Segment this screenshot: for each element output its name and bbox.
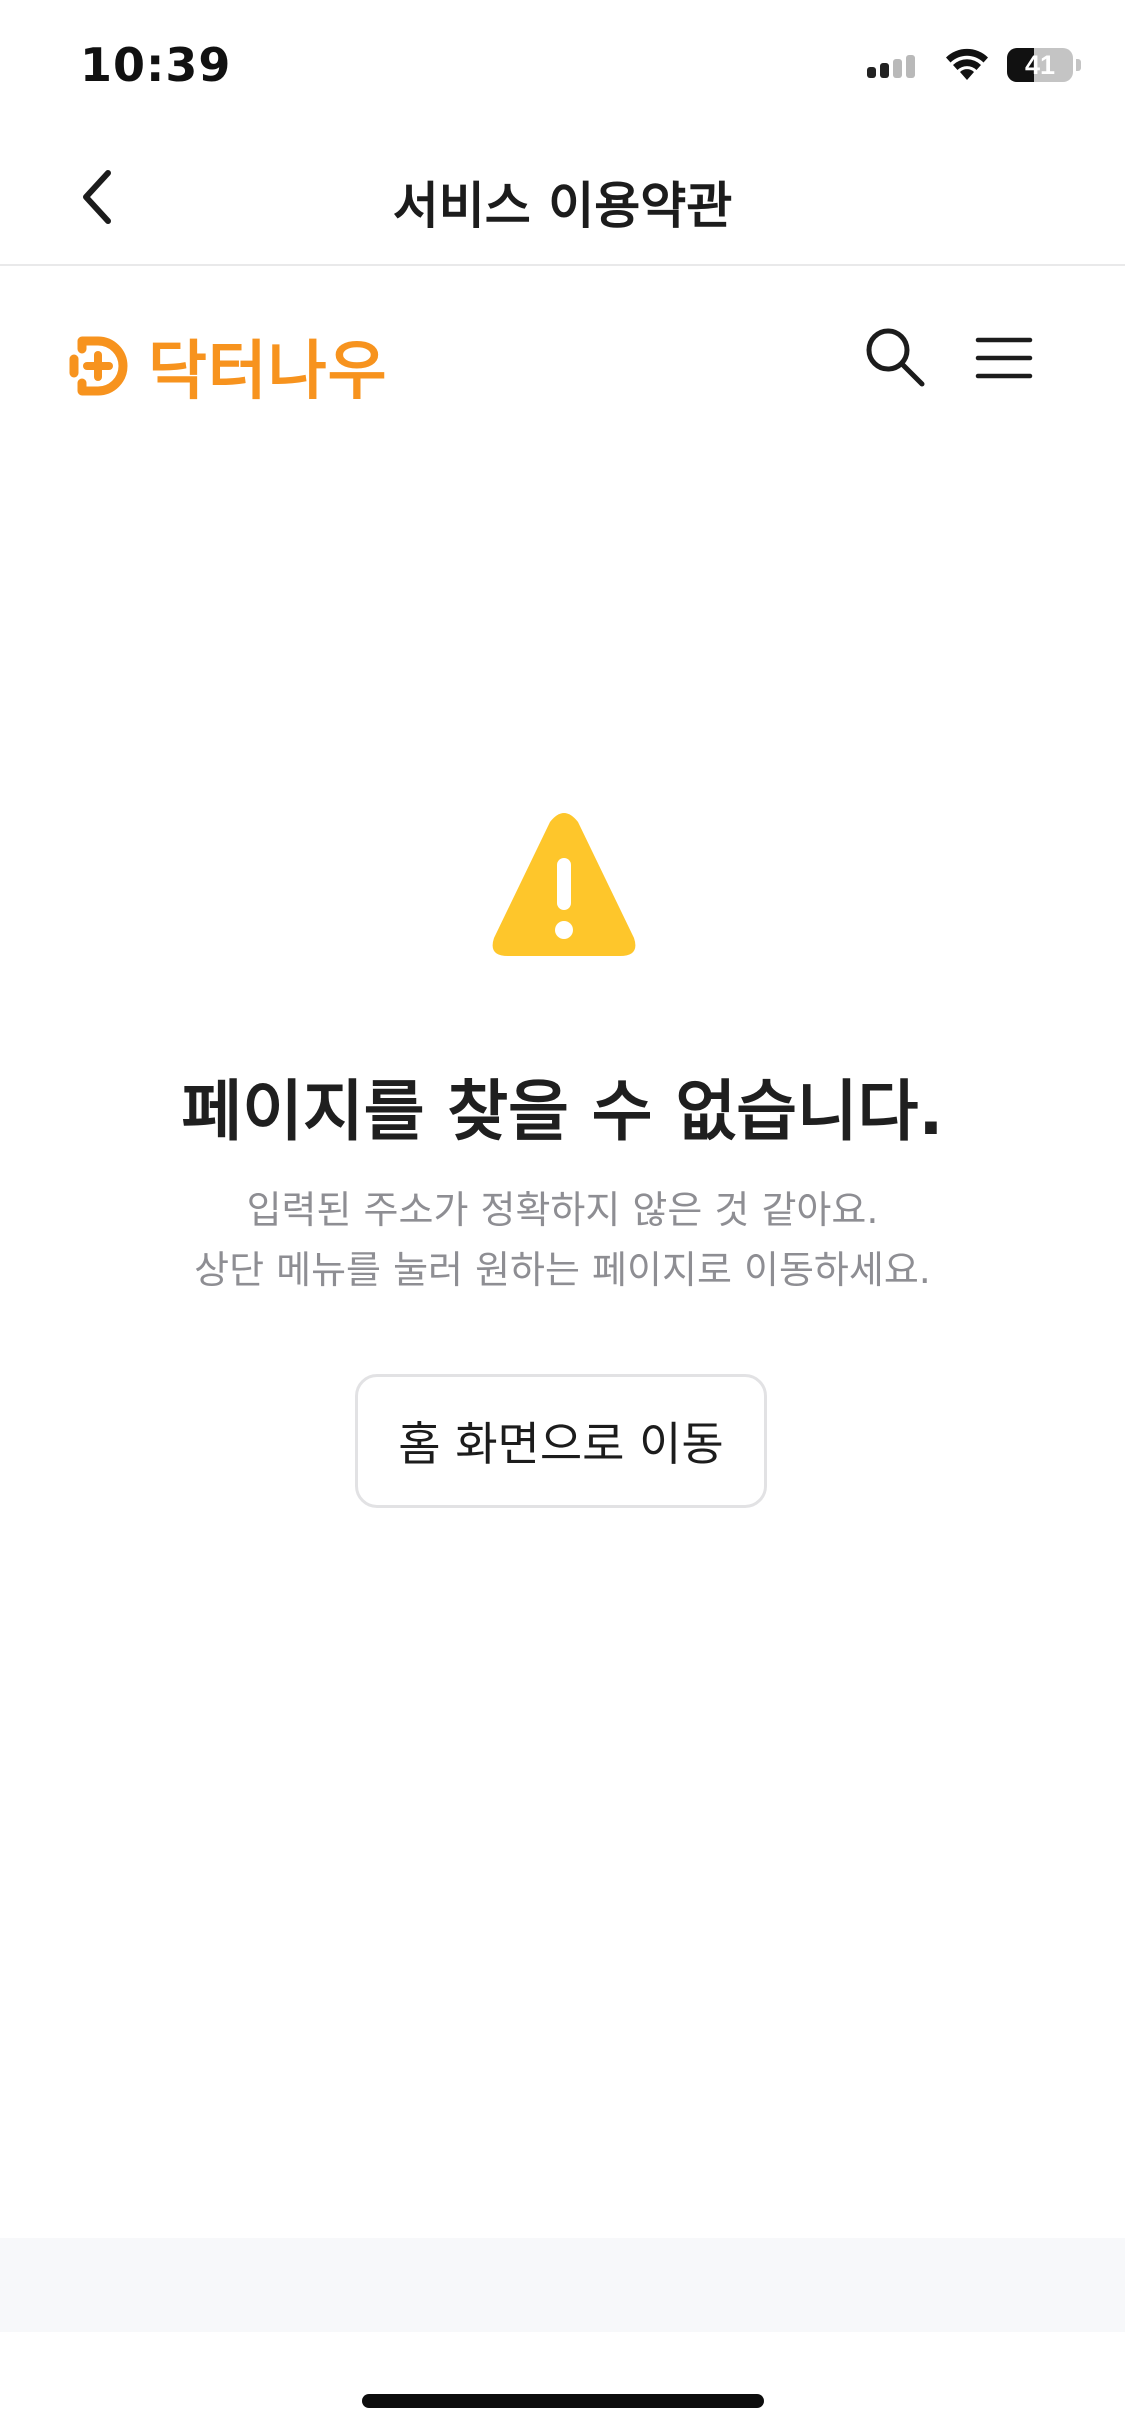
wifi-icon	[946, 48, 988, 80]
status-icons: 41	[867, 48, 1081, 82]
logo-text: 닥터나우	[148, 335, 388, 409]
logo[interactable]: 닥터나우	[68, 320, 388, 412]
menu-button[interactable]	[970, 324, 1038, 392]
status-bar: 10:39 41	[0, 0, 1125, 130]
error-description-line-2: 상단 메뉴를 눌러 원하는 페이지로 이동하세요.	[194, 1248, 931, 1292]
error-description: 입력된 주소가 정확하지 않은 것 같아요. 상단 메뉴를 눌러 원하는 페이지…	[0, 1180, 1125, 1300]
search-button[interactable]	[862, 324, 930, 392]
warning-triangle-icon	[492, 813, 636, 956]
hamburger-menu-icon	[975, 337, 1033, 379]
screen: 10:39 41 서비스 이용약관 닥터나우 페이지를 찾을 수 없습니다. 입…	[0, 0, 1125, 2436]
home-indicator[interactable]	[362, 2394, 764, 2408]
battery-level: 41	[1024, 50, 1056, 80]
nav-bar: 서비스 이용약관	[0, 130, 1125, 266]
cellular-signal-icon	[867, 52, 919, 78]
search-icon	[866, 328, 925, 387]
battery-cap	[1076, 59, 1081, 71]
error-title: 페이지를 찾을 수 없습니다.	[181, 1073, 944, 1150]
page-title: 서비스 이용약관	[392, 177, 733, 235]
status-time: 10:39	[80, 38, 232, 92]
go-home-button[interactable]: 홈 화면으로 이동	[355, 1374, 767, 1508]
error-description-line-1: 입력된 주소가 정확하지 않은 것 같아요.	[246, 1188, 879, 1232]
site-header: 닥터나우	[0, 266, 1125, 446]
doctornow-logo-icon	[69, 336, 128, 396]
footer-band	[0, 2238, 1125, 2332]
battery-icon: 41	[1007, 48, 1073, 82]
